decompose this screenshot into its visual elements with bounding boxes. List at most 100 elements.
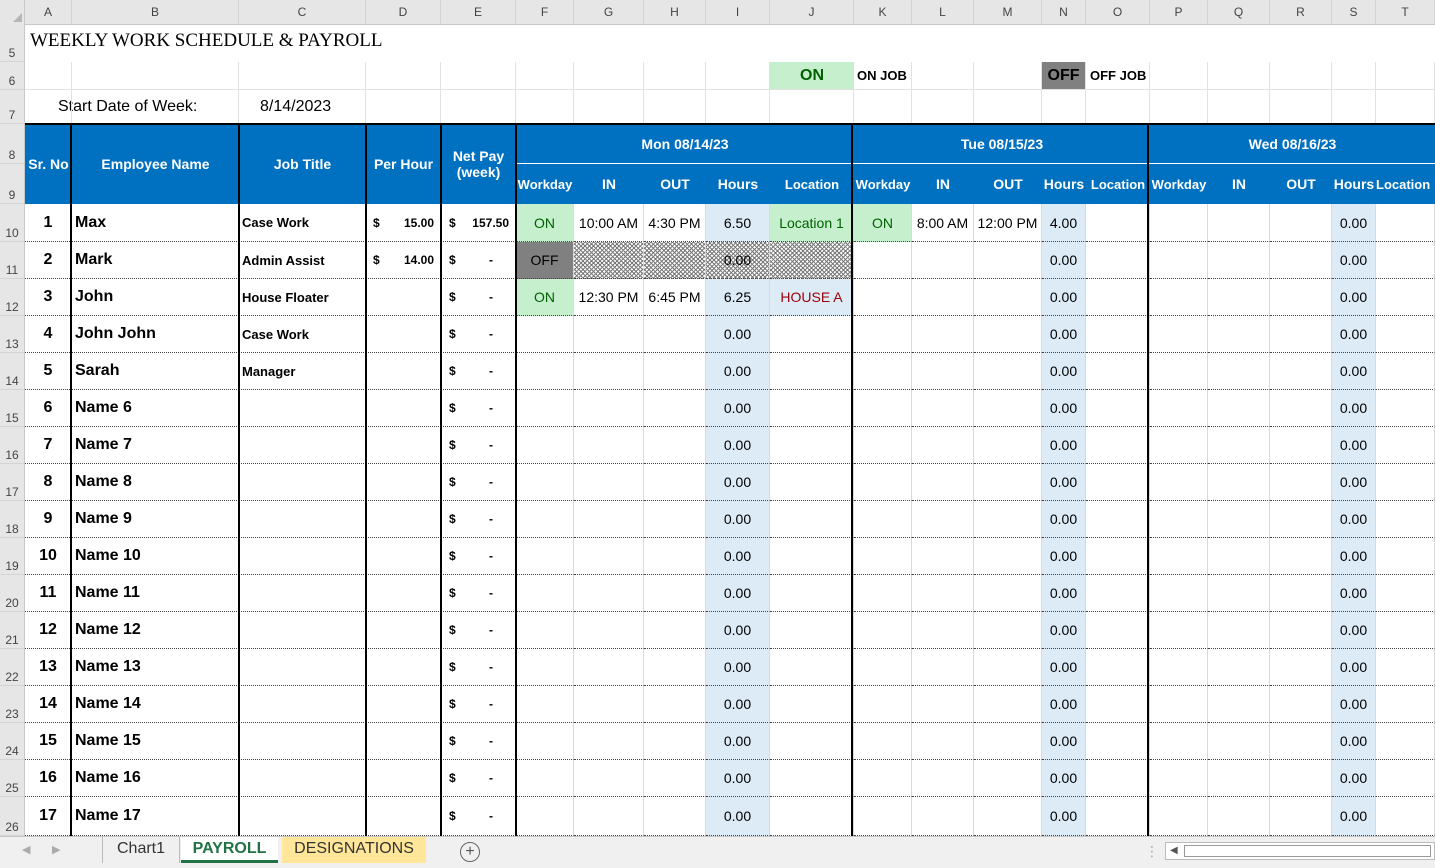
empty-cell[interactable]: [516, 62, 574, 90]
net-pay-cell[interactable]: $ -: [441, 316, 516, 353]
loc-cell-tue[interactable]: [1086, 390, 1150, 427]
empty-cell[interactable]: [72, 90, 239, 124]
empty-cell[interactable]: [912, 62, 974, 90]
column-header-c[interactable]: C: [239, 0, 366, 24]
in-cell-tue[interactable]: [912, 538, 974, 575]
loc-cell-wed[interactable]: [1376, 501, 1435, 538]
loc-cell-tue[interactable]: [1086, 279, 1150, 316]
empty-cell[interactable]: [366, 62, 441, 90]
hours-cell-tue[interactable]: 0.00: [1042, 797, 1086, 836]
loc-cell-tue[interactable]: [1086, 427, 1150, 464]
workday-cell-wed[interactable]: [1150, 686, 1208, 723]
out-cell-wed[interactable]: [1270, 464, 1332, 501]
employee-name-cell[interactable]: Name 7: [72, 427, 239, 464]
column-header-n[interactable]: N: [1042, 0, 1086, 24]
loc-cell-wed[interactable]: [1376, 797, 1435, 836]
employee-name-cell[interactable]: Name 8: [72, 464, 239, 501]
hours-cell-tue[interactable]: 0.00: [1042, 464, 1086, 501]
empty-cell[interactable]: [25, 62, 72, 90]
out-cell-wed[interactable]: [1270, 538, 1332, 575]
loc-cell-wed[interactable]: [1376, 427, 1435, 464]
empty-cell[interactable]: [1042, 62, 1086, 90]
workday-cell-tue[interactable]: [854, 686, 912, 723]
hours-cell-tue[interactable]: 0.00: [1042, 501, 1086, 538]
workday-cell-mon[interactable]: ON: [516, 279, 574, 316]
sub-header-in[interactable]: IN: [912, 164, 974, 204]
loc-cell-wed[interactable]: [1376, 723, 1435, 760]
in-cell-tue[interactable]: [912, 427, 974, 464]
workday-cell-mon[interactable]: [516, 612, 574, 649]
out-cell-mon[interactable]: 4:30 PM: [644, 204, 706, 242]
sheet-title[interactable]: WEEKLY WORK SCHEDULE & PAYROLL: [30, 30, 382, 52]
column-header-k[interactable]: K: [854, 0, 912, 24]
loc-cell-mon[interactable]: [770, 575, 854, 612]
per-hour-cell[interactable]: [366, 575, 441, 612]
out-cell-tue[interactable]: [974, 612, 1042, 649]
row-header-11[interactable]: 11: [0, 242, 24, 279]
in-cell-tue[interactable]: [912, 797, 974, 836]
loc-cell-mon[interactable]: [770, 686, 854, 723]
out-cell-tue[interactable]: [974, 501, 1042, 538]
in-cell-tue[interactable]: [912, 649, 974, 686]
empty-cell[interactable]: [1042, 90, 1086, 124]
in-cell-wed[interactable]: [1208, 390, 1270, 427]
loc-cell-tue[interactable]: [1086, 464, 1150, 501]
workday-cell-mon[interactable]: OFF: [516, 242, 574, 279]
hours-cell-wed[interactable]: 0.00: [1332, 427, 1376, 464]
column-header-m[interactable]: M: [974, 0, 1042, 24]
workday-cell-tue[interactable]: [854, 390, 912, 427]
loc-cell-wed[interactable]: [1376, 686, 1435, 723]
row-header-19[interactable]: 19: [0, 538, 24, 575]
scroll-left-arrow-icon[interactable]: ◀: [1170, 845, 1178, 856]
sr-no-cell[interactable]: 17: [25, 797, 72, 836]
in-cell-mon[interactable]: [574, 242, 644, 279]
workday-cell-wed[interactable]: [1150, 612, 1208, 649]
employee-name-cell[interactable]: Name 6: [72, 390, 239, 427]
empty-cell[interactable]: [72, 62, 239, 90]
hours-cell-wed[interactable]: 0.00: [1332, 242, 1376, 279]
in-cell-mon[interactable]: [574, 760, 644, 797]
employee-name-cell[interactable]: Mark: [72, 242, 239, 279]
select-all-button[interactable]: [0, 0, 25, 24]
loc-cell-mon[interactable]: [770, 760, 854, 797]
workday-cell-tue[interactable]: [854, 575, 912, 612]
empty-cell[interactable]: [516, 90, 574, 124]
workday-cell-wed[interactable]: [1150, 427, 1208, 464]
in-cell-tue[interactable]: [912, 464, 974, 501]
loc-cell-mon[interactable]: [770, 390, 854, 427]
sr-no-cell[interactable]: 11: [25, 575, 72, 612]
sheet-tab-chart1[interactable]: Chart1: [102, 837, 180, 863]
hours-cell-wed[interactable]: 0.00: [1332, 575, 1376, 612]
out-cell-tue[interactable]: [974, 575, 1042, 612]
empty-cell[interactable]: [574, 62, 644, 90]
workday-cell-tue[interactable]: [854, 427, 912, 464]
job-title-cell[interactable]: Admin Assist: [239, 242, 366, 279]
in-cell-tue[interactable]: [912, 242, 974, 279]
hours-cell-mon[interactable]: 6.25: [706, 279, 770, 316]
out-cell-tue[interactable]: [974, 242, 1042, 279]
per-hour-cell[interactable]: $15.00: [366, 204, 441, 242]
loc-cell-mon[interactable]: [770, 797, 854, 836]
loc-cell-tue[interactable]: [1086, 242, 1150, 279]
job-title-cell[interactable]: [239, 649, 366, 686]
sr-no-cell[interactable]: 4: [25, 316, 72, 353]
in-cell-wed[interactable]: [1208, 686, 1270, 723]
workday-cell-tue[interactable]: [854, 242, 912, 279]
per-hour-cell[interactable]: [366, 686, 441, 723]
workday-cell-wed[interactable]: [1150, 575, 1208, 612]
hours-cell-mon[interactable]: 0.00: [706, 242, 770, 279]
out-cell-mon[interactable]: [644, 575, 706, 612]
out-cell-wed[interactable]: [1270, 760, 1332, 797]
sr-no-cell[interactable]: 8: [25, 464, 72, 501]
loc-cell-mon[interactable]: [770, 649, 854, 686]
employee-name-cell[interactable]: Max: [72, 204, 239, 242]
in-cell-wed[interactable]: [1208, 575, 1270, 612]
workday-cell-wed[interactable]: [1150, 353, 1208, 390]
out-cell-wed[interactable]: [1270, 723, 1332, 760]
workday-cell-tue[interactable]: [854, 316, 912, 353]
hours-cell-mon[interactable]: 0.00: [706, 316, 770, 353]
day-header-2[interactable]: Wed 08/16/23: [1150, 124, 1435, 164]
job-title-cell[interactable]: Case Work: [239, 316, 366, 353]
workday-cell-mon[interactable]: [516, 575, 574, 612]
column-header-t[interactable]: T: [1376, 0, 1435, 24]
